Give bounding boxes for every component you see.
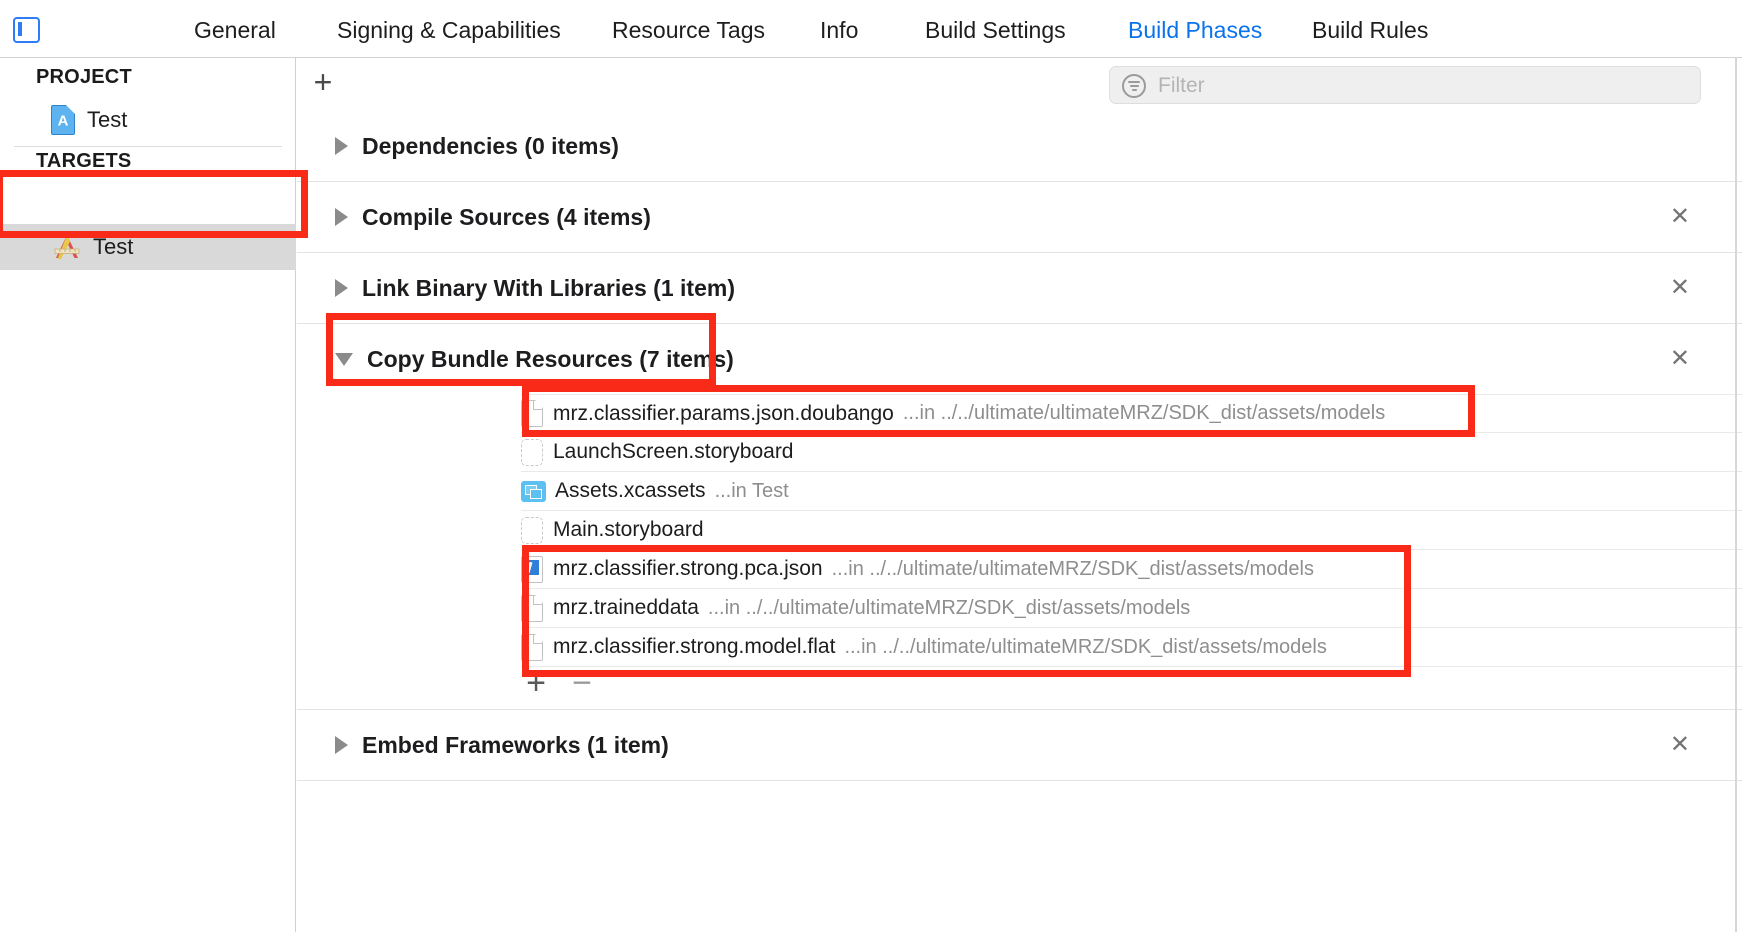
- tab-signing-capabilities[interactable]: Signing & Capabilities: [337, 16, 561, 44]
- tab-list: General Signing & Capabilities Resource Ta…: [0, 0, 1560, 58]
- file-location: ...in ../../ultimate/ultimateMRZ/SDK_dis…: [707, 596, 1191, 619]
- sidebar-project-test-label: Test: [87, 107, 128, 132]
- build-phases-toolbar: + Filter: [297, 58, 1742, 111]
- sidebar-target-test-label: Test: [93, 234, 134, 259]
- build-phase-file-row[interactable]: Main.storyboard: [521, 511, 1742, 550]
- file-location: ...in Test: [714, 479, 789, 502]
- file-name: Main.storyboard: [553, 518, 704, 541]
- tab-resource-tags[interactable]: Resource Tags: [612, 16, 765, 44]
- project-targets-sidebar: PROJECT A Test TARGETS Test: [0, 58, 296, 932]
- file-location: ...in ../../ultimate/ultimateMRZ/SDK_dis…: [902, 402, 1386, 424]
- remove-file-button[interactable]: −: [567, 666, 597, 700]
- build-phase: Embed Frameworks (1 item) ✕: [297, 710, 1742, 780]
- build-phase-title: Compile Sources (4 items): [362, 203, 651, 230]
- sidebar-item-project-test[interactable]: A Test: [0, 100, 296, 140]
- file-name: mrz.classifier.params.json.doubango: [553, 401, 894, 425]
- build-phase-file-row[interactable]: mrz.traineddata ...in ../../ultimate/ulti…: [521, 589, 1742, 628]
- phase-divider: [297, 780, 1742, 781]
- tab-build-settings[interactable]: Build Settings: [925, 16, 1066, 44]
- file-icon: [521, 400, 543, 427]
- tab-info[interactable]: Info: [820, 16, 858, 44]
- build-phase: Compile Sources (4 items) ✕: [297, 182, 1742, 252]
- build-phases-panel: + Filter Dependencies (0 items) Compile S…: [297, 58, 1742, 932]
- delete-phase-icon[interactable]: ✕: [1670, 205, 1690, 229]
- placeholder-file-icon: [521, 438, 543, 466]
- file-location: ...in ../../ultimate/ultimateMRZ/SDK_dis…: [844, 635, 1327, 658]
- chevron-right-icon[interactable]: [335, 279, 348, 297]
- file-name: mrz.classifier.strong.pca.json: [553, 557, 823, 580]
- build-phase-file-row[interactable]: mrz.classifier.strong.pca.json ...in ../.…: [521, 550, 1742, 589]
- vertical-scrollbar[interactable]: [1735, 58, 1737, 932]
- build-phase-title: Embed Frameworks (1 item): [362, 731, 669, 758]
- xcode-build-phases-window: General Signing & Capabilities Resource Ta…: [0, 0, 1742, 932]
- build-phase-file-list: mrz.classifier.params.json.doubango ...in…: [297, 394, 1742, 667]
- build-phase-header[interactable]: Link Binary With Libraries (1 item) ✕: [297, 253, 1742, 323]
- chevron-right-icon[interactable]: [335, 208, 348, 226]
- sidebar-divider: [14, 146, 282, 147]
- build-phase: Link Binary With Libraries (1 item) ✕: [297, 253, 1742, 323]
- sidebar-project-header: PROJECT: [36, 66, 132, 88]
- filter-placeholder: Filter: [1158, 74, 1205, 97]
- file-icon: [521, 633, 543, 661]
- chevron-right-icon[interactable]: [335, 137, 348, 155]
- build-phase-list: Dependencies (0 items) Compile Sources (4…: [297, 111, 1742, 781]
- chevron-right-icon[interactable]: [335, 736, 348, 754]
- editor-tab-bar: General Signing & Capabilities Resource Ta…: [0, 0, 1742, 58]
- file-name: mrz.traineddata: [553, 596, 699, 619]
- file-icon: [521, 594, 543, 622]
- xcassets-icon: [521, 480, 546, 502]
- xcode-project-file-icon: A: [51, 105, 75, 135]
- build-phase-header[interactable]: Compile Sources (4 items) ✕: [297, 182, 1742, 252]
- build-phase-title: Link Binary With Libraries (1 item): [362, 274, 735, 301]
- file-location: ...in ../../ultimate/ultimateMRZ/SDK_dis…: [831, 557, 1314, 580]
- sidebar-targets-header: TARGETS: [36, 150, 132, 172]
- xcode-app-target-icon: [51, 232, 83, 262]
- build-phase-title: Copy Bundle Resources (7 items): [367, 345, 734, 372]
- json-file-icon: [521, 555, 543, 583]
- delete-phase-icon[interactable]: ✕: [1670, 733, 1690, 757]
- tab-general[interactable]: General: [194, 16, 276, 44]
- build-phase-file-row[interactable]: mrz.classifier.strong.model.flat ...in ..…: [521, 628, 1742, 667]
- build-phase: Dependencies (0 items): [297, 111, 1742, 181]
- sidebar-item-target-test[interactable]: Test: [0, 224, 296, 270]
- file-name: mrz.classifier.strong.model.flat: [553, 635, 836, 658]
- file-add-remove-controls: + −: [297, 666, 1742, 709]
- placeholder-file-icon: [521, 516, 543, 544]
- build-phase-file-row[interactable]: Assets.xcassets ...in Test: [521, 472, 1742, 511]
- build-phase: Copy Bundle Resources (7 items) ✕ mrz.clas…: [297, 324, 1742, 709]
- build-phase-header[interactable]: Copy Bundle Resources (7 items) ✕: [297, 324, 1742, 394]
- file-name: LaunchScreen.storyboard: [553, 440, 794, 463]
- chevron-down-icon[interactable]: [335, 352, 353, 366]
- build-phase-file-row[interactable]: LaunchScreen.storyboard: [521, 433, 1742, 472]
- filter-input[interactable]: Filter: [1109, 66, 1701, 104]
- build-phase-header[interactable]: Dependencies (0 items): [297, 111, 1742, 181]
- add-build-phase-button[interactable]: +: [309, 66, 337, 98]
- tab-build-rules[interactable]: Build Rules: [1312, 16, 1428, 44]
- tab-build-phases[interactable]: Build Phases: [1128, 16, 1262, 44]
- build-phase-file-row[interactable]: mrz.classifier.params.json.doubango ...in…: [521, 394, 1742, 433]
- delete-phase-icon[interactable]: ✕: [1670, 276, 1690, 300]
- add-file-button[interactable]: +: [521, 666, 551, 700]
- build-phase-header[interactable]: Embed Frameworks (1 item) ✕: [297, 710, 1742, 780]
- file-name: Assets.xcassets: [555, 479, 706, 502]
- build-phase-title: Dependencies (0 items): [362, 132, 619, 159]
- filter-icon: [1122, 74, 1146, 98]
- delete-phase-icon[interactable]: ✕: [1670, 347, 1690, 371]
